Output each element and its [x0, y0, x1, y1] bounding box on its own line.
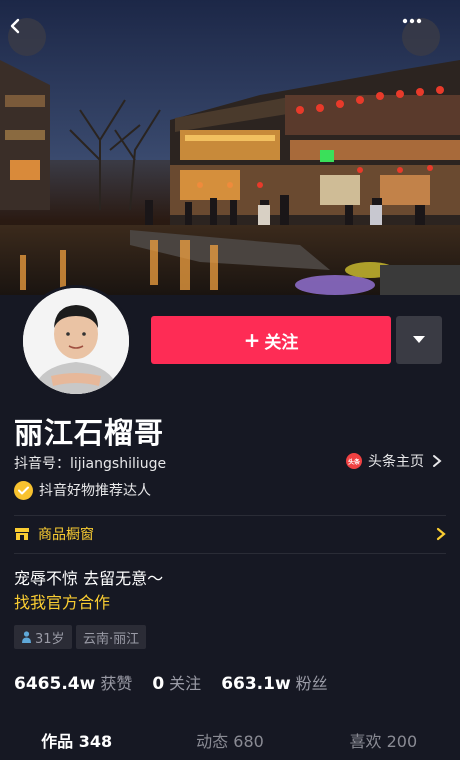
shop-window-row[interactable]: 商品橱窗 [14, 515, 446, 553]
plus-icon: + [243, 328, 261, 352]
recommend-dropdown-button[interactable] [396, 316, 442, 364]
avatar[interactable] [20, 285, 132, 397]
chevron-right-icon [433, 455, 442, 467]
profile-cover-image [0, 0, 460, 295]
back-button[interactable] [8, 18, 46, 56]
age-value: 31岁 [35, 631, 65, 647]
toutiao-link-label: 头条主页 [368, 454, 424, 470]
age-tag: 31岁 [14, 625, 72, 649]
location-tag: 云南·丽江 [76, 625, 147, 649]
storefront-icon [15, 528, 29, 540]
verified-text: 抖音好物推荐达人 [39, 483, 151, 499]
shop-window-label: 商品橱窗 [38, 527, 94, 543]
caret-down-icon [413, 336, 425, 343]
person-icon [22, 631, 31, 643]
stats-row: 6465.4w 获赞 0 关注 663.1w 粉丝 [14, 670, 348, 694]
tab-likes[interactable]: 喜欢 200 [307, 720, 460, 760]
douyin-id: 抖音号：lijiangshiliuge [14, 456, 167, 472]
likes-count: 6465.4w [14, 674, 96, 694]
more-options-button[interactable] [402, 18, 440, 56]
chevron-left-icon [10, 18, 20, 34]
toutiao-icon: 头条 [346, 453, 362, 469]
following-label[interactable]: 关注 [169, 670, 201, 694]
following-count[interactable]: 0 [152, 674, 164, 694]
chevron-right-icon [436, 527, 446, 541]
tab-moments[interactable]: 动态 680 [153, 720, 306, 760]
toutiao-homepage-link[interactable]: 头条 头条主页 [346, 451, 442, 471]
avatar-photo [23, 288, 129, 394]
likes-label: 获赞 [100, 674, 133, 693]
profile-name: 丽江石榴哥 [14, 416, 165, 450]
content-tabs: 作品 348 动态 680 喜欢 200 [0, 720, 460, 760]
ellipsis-icon [402, 18, 422, 24]
follow-label: 关注 [264, 332, 299, 353]
followers-count[interactable]: 663.1w [221, 674, 290, 694]
location-value: 云南·丽江 [83, 631, 140, 647]
business-contact-link[interactable]: 找我官方合作 [14, 589, 110, 613]
followers-label[interactable]: 粉丝 [296, 670, 328, 694]
divider [14, 553, 446, 554]
tab-works[interactable]: 作品 348 [0, 720, 153, 760]
night-street-scene [0, 0, 460, 295]
verified-check-icon [14, 480, 33, 500]
follow-button[interactable]: + 关注 [151, 316, 391, 364]
bio-line: 宠辱不惊 去留无意～ [14, 569, 164, 588]
verified-badge-row: 抖音好物推荐达人 [14, 480, 151, 500]
